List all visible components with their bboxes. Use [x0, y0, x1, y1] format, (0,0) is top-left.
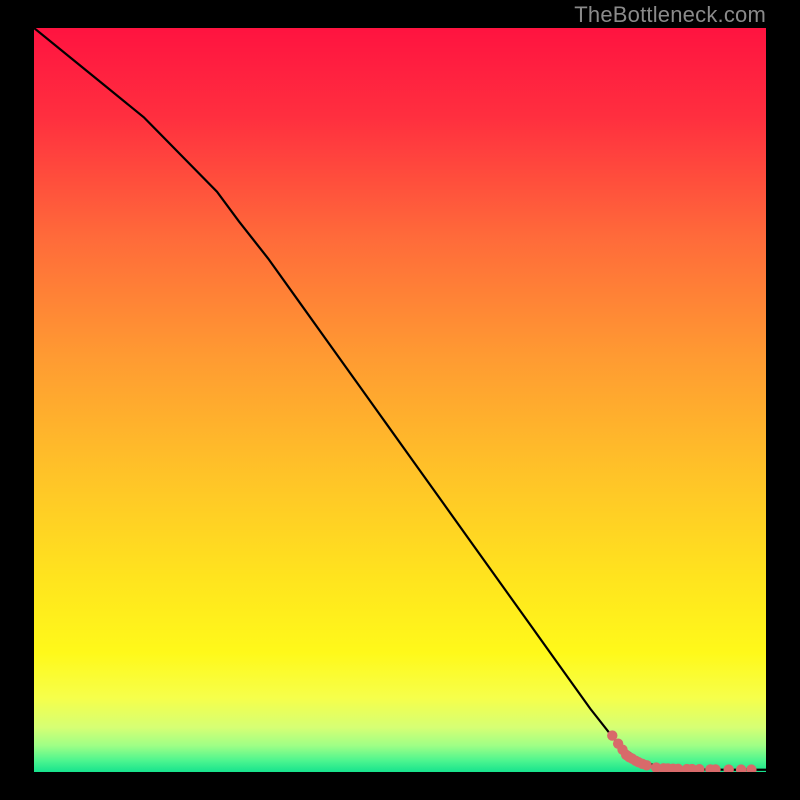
scatter-point: [641, 760, 651, 770]
chart-frame: TheBottleneck.com: [0, 0, 800, 800]
watermark-label: TheBottleneck.com: [574, 2, 766, 28]
chart-svg: [34, 28, 766, 772]
plot-area: [34, 28, 766, 772]
gradient-background: [34, 28, 766, 772]
